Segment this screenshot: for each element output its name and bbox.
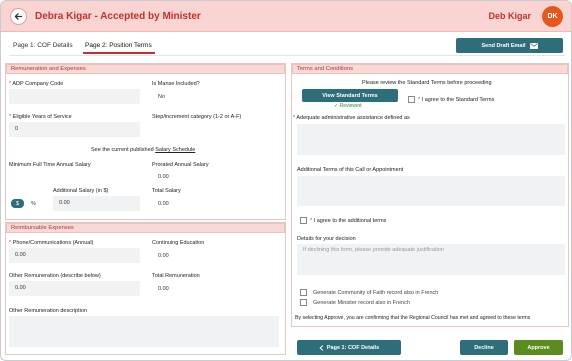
other-remuneration-description-textarea[interactable]	[9, 316, 279, 347]
phone-label-text: Phone/Communications (Annual)	[12, 240, 94, 246]
percent-toggle[interactable]: %	[27, 199, 40, 208]
review-instruction: Please review the Standard Terms before …	[362, 80, 492, 86]
total-remuneration-value: 0.00	[158, 286, 169, 292]
total-remuneration-label: Total Remuneration	[152, 273, 200, 279]
agree-additional-terms-label: * I agree to the additional terms	[310, 218, 386, 224]
active-tab-indicator	[83, 52, 155, 54]
prorated-value: 0.00	[158, 174, 169, 180]
arrow-left-icon	[14, 13, 23, 20]
salary-schedule-text: See the current published	[91, 147, 154, 153]
phone-communications-input[interactable]: 0.00	[9, 248, 140, 263]
eligible-years-input[interactable]: 0	[9, 122, 140, 137]
generate-minister-french-label: Generate Minister record also in French	[313, 300, 410, 306]
phone-label: * Phone/Communications (Annual)	[9, 240, 93, 246]
continuing-education-value: 0.00	[158, 253, 169, 259]
back-to-page1-button[interactable]: Page 1: COF Details	[297, 340, 401, 355]
tab-divider	[9, 55, 565, 56]
generate-cof-french-checkbox[interactable]	[300, 289, 307, 296]
agree-standard-terms-checkbox[interactable]	[408, 96, 415, 103]
agree-standard-terms-text: I agree to the Standard Terms	[421, 97, 495, 103]
page-title: Debra Kigar - Accepted by Minister	[35, 11, 201, 22]
admin-assistance-label: * Adequate administrative assistance def…	[293, 115, 410, 121]
avatar[interactable]: DK	[542, 6, 563, 27]
generate-cof-french-label: Generate Community of Faith record also …	[313, 290, 439, 296]
prorated-label: Prorated Annual Salary	[152, 162, 209, 168]
approve-confirmation-note: By selecting Approve, you are confirming…	[295, 315, 531, 321]
envelope-icon	[529, 42, 538, 49]
decision-details-textarea[interactable]: If declining this form, please provide a…	[297, 244, 565, 275]
additional-salary-input[interactable]: 0.00	[53, 196, 140, 211]
reviewed-status: ✓ Reviewed	[334, 103, 362, 109]
continuing-education-label: Continuing Education	[152, 240, 205, 246]
salary-schedule-note: See the current published Salary Schedul…	[91, 147, 195, 153]
decline-button[interactable]: Decline	[460, 340, 508, 355]
agree-additional-terms-text: I agree to the additional terms	[313, 218, 387, 224]
approve-button[interactable]: Approve	[514, 340, 563, 355]
tab-cof-details[interactable]: Page 1: COF Details	[13, 42, 73, 49]
adp-company-code-input[interactable]	[9, 89, 140, 104]
other-remuneration-label: Other Remuneration (describe below)	[9, 273, 101, 279]
back-to-page1-label: Page 1: COF Details	[326, 344, 380, 351]
reimbursable-heading: Reimbursable Expenses	[6, 223, 285, 233]
user-name: Deb Kigar	[488, 11, 531, 21]
send-draft-email-button[interactable]: Send Draft Email	[456, 38, 563, 53]
total-salary-label: Total Salary	[152, 188, 181, 194]
chevron-left-icon	[319, 344, 323, 351]
other-remuneration-input[interactable]: 0.00	[9, 281, 140, 296]
adp-label-text: ADP Company Code	[12, 81, 64, 87]
agree-standard-terms-label: * I agree to the Standard Terms	[418, 97, 494, 103]
min-salary-label: Minimum Full Time Annual Salary	[9, 162, 91, 168]
eligible-years-label: * Eligible Years of Service	[9, 114, 72, 120]
remuneration-heading: Remuneration and Expenses	[6, 64, 285, 74]
view-standard-terms-button[interactable]: View Standard Terms	[302, 89, 398, 102]
salary-schedule-link[interactable]: Salary Schedule	[155, 147, 195, 153]
tab-position-terms[interactable]: Page 2: Position Terms	[85, 42, 152, 49]
additional-terms-label: Additional Terms of this Call or Appoint…	[297, 167, 404, 173]
eligible-years-label-text: Eligible Years of Service	[12, 114, 72, 120]
agree-additional-terms-checkbox[interactable]	[300, 217, 307, 224]
other-remuneration-description-label: Other Remuneration description	[9, 308, 87, 314]
dollar-toggle[interactable]: $	[11, 199, 24, 208]
additional-salary-label: Additional Salary (in $)	[53, 188, 109, 194]
total-salary-value: 0.00	[158, 201, 169, 207]
send-draft-email-label: Send Draft Email	[481, 42, 526, 49]
back-button[interactable]	[10, 8, 27, 25]
adp-label: * ADP Company Code	[9, 81, 63, 87]
page-header: Debra Kigar - Accepted by Minister Deb K…	[1, 1, 571, 32]
generate-minister-french-checkbox[interactable]	[300, 299, 307, 306]
decision-details-label: Details for your decision	[297, 236, 356, 242]
terms-heading: Terms and Conditions	[292, 64, 568, 74]
step-label: Step/increment category (1-2 or A-F)	[152, 114, 242, 120]
additional-terms-textarea[interactable]	[297, 176, 565, 206]
admin-assistance-label-text: Adequate administrative assistance defin…	[296, 115, 410, 121]
admin-assistance-textarea[interactable]	[297, 124, 565, 155]
manse-value: No	[158, 94, 166, 100]
manse-label: Is Manse Included?	[152, 81, 200, 87]
app-window: Debra Kigar - Accepted by Minister Deb K…	[0, 0, 572, 361]
